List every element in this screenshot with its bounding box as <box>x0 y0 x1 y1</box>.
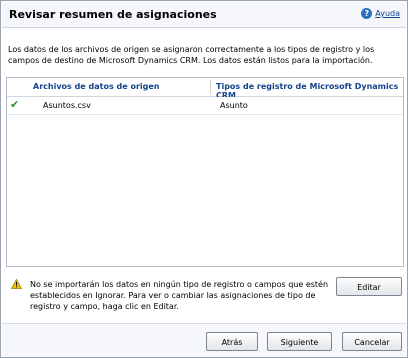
back-button[interactable]: Atrás <box>206 332 258 351</box>
dialog-title: Revisar resumen de asignaciones <box>9 8 217 21</box>
import-dialog: Revisar resumen de asignaciones ? Ayuda … <box>0 0 408 358</box>
warning-text: No se importarán los datos en ningún tip… <box>30 280 329 311</box>
column-divider <box>210 80 211 94</box>
description-text: Los datos de los archivos de origen se a… <box>8 45 375 65</box>
table-row[interactable]: ✔ Asuntos.csv Asunto <box>7 97 403 115</box>
mapping-grid: Archivos de datos de origen Tipos de reg… <box>6 77 404 267</box>
edit-button[interactable]: Editar <box>336 277 402 296</box>
column-header-source[interactable]: Archivos de datos de origen <box>33 82 159 91</box>
cancel-button[interactable]: Cancelar <box>342 332 402 351</box>
record-type-cell: Asunto <box>220 101 248 110</box>
next-button[interactable]: Siguiente <box>267 332 332 351</box>
warning-icon <box>11 279 22 289</box>
help-icon: ? <box>361 8 373 19</box>
help-label: Ayuda <box>375 9 400 18</box>
dialog-header: Revisar resumen de asignaciones ? Ayuda <box>2 2 406 28</box>
help-link[interactable]: ? Ayuda <box>361 8 400 19</box>
grid-header: Archivos de datos de origen Tipos de reg… <box>7 78 403 100</box>
warning-message: No se importarán los datos en ningún tip… <box>8 277 328 317</box>
checkmark-icon: ✔ <box>10 98 20 111</box>
source-file-cell: Asuntos.csv <box>43 101 91 110</box>
